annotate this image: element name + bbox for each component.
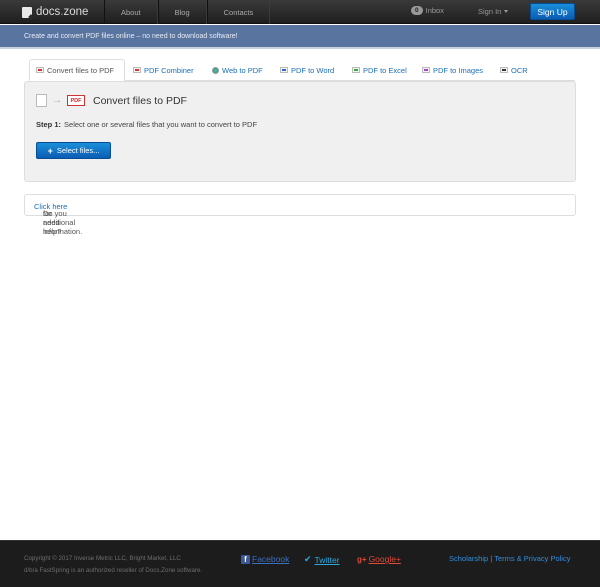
tab-label: PDF to Images — [433, 65, 484, 75]
tab-web-to-pdf[interactable]: Web to PDF — [212, 59, 263, 81]
nav-links: About Blog Contacts — [104, 0, 271, 24]
step-label: Step 1: — [36, 120, 62, 129]
brand-name: docs — [36, 6, 61, 18]
copyright-line-2: d/b/a FastSpring is an authorized resell… — [24, 567, 203, 574]
tagline: Create and convert PDF files online – no… — [24, 33, 238, 40]
terms-privacy-link[interactable]: Terms & Privacy Policy — [494, 554, 570, 563]
help-box: Do you need help? Click here for additio… — [24, 194, 576, 236]
twitter-label: Twitter — [314, 554, 340, 565]
signin-label: Sign In — [478, 7, 502, 16]
brand-logo[interactable]: docs. zone — [22, 5, 88, 19]
google-plus-link[interactable]: g+ Google+ — [357, 554, 401, 564]
signup-button[interactable]: Sign Up — [530, 3, 575, 20]
select-files-button[interactable]: + Select files... — [36, 142, 111, 159]
tool-tabs: Convert files to PDF PDF Combiner Web to… — [29, 59, 575, 81]
nav-blog[interactable]: Blog — [157, 0, 207, 24]
subheader-banner: Create and convert PDF files online – no… — [0, 25, 600, 49]
tab-convert-to-pdf[interactable]: Convert files to PDF — [29, 59, 125, 81]
globe-icon — [212, 66, 219, 74]
step-text: Select one or several files that you wan… — [64, 120, 258, 129]
excel-sheet-icon — [352, 67, 360, 73]
tab-label: PDF Combiner — [144, 65, 194, 75]
help-suffix: for additional information. — [43, 209, 83, 236]
facebook-label: Facebook — [252, 554, 290, 564]
tab-ocr[interactable]: OCR — [500, 59, 528, 81]
document-icon — [36, 94, 47, 107]
tab-label: Convert files to PDF — [47, 65, 115, 75]
inbox-link[interactable]: 0 Inbox — [411, 6, 444, 15]
brand-suffix: zone — [63, 6, 89, 18]
signin-dropdown[interactable]: Sign In — [478, 7, 509, 16]
google-plus-label: Google+ — [368, 554, 401, 564]
step-instruction: Step 1: Select one or several files that … — [36, 120, 257, 129]
google-plus-icon: g+ — [357, 554, 367, 564]
top-navbar: docs. zone About Blog Contacts 0 Inbox Si… — [0, 0, 600, 24]
docs-logo-icon — [22, 6, 32, 18]
tab-pdf-combiner[interactable]: PDF Combiner — [133, 59, 194, 81]
scholarship-link[interactable]: Scholarship — [449, 554, 488, 563]
inbox-label: Inbox — [425, 6, 444, 15]
tab-label: OCR — [511, 65, 528, 75]
ocr-scan-icon — [500, 67, 508, 73]
panel-header: → PDF Convert files to PDF — [36, 94, 187, 107]
arrow-right-icon: → — [52, 95, 62, 106]
word-doc-icon — [280, 67, 288, 73]
inbox-count-badge: 0 — [411, 6, 423, 15]
caret-down-icon — [504, 10, 509, 13]
tab-pdf-to-excel[interactable]: PDF to Excel — [352, 59, 407, 81]
copyright-line-1: Copyright © 2017 Inverse Metric LLC, Bri… — [24, 555, 181, 562]
help-text: Do you need help? Click here for additio… — [34, 202, 82, 236]
tab-label: Web to PDF — [222, 65, 263, 75]
nav-contacts[interactable]: Contacts — [206, 0, 271, 24]
twitter-link[interactable]: ✔ Twitter — [304, 554, 340, 565]
tab-label: PDF to Word — [291, 65, 335, 75]
footer-copyright: Copyright © 2017 Inverse Metric LLC, Bri… — [24, 553, 202, 577]
nav-about[interactable]: About — [104, 0, 158, 24]
tab-label: PDF to Excel — [363, 65, 407, 75]
image-file-icon — [422, 67, 430, 73]
panel-title: Convert files to PDF — [93, 94, 187, 107]
pdf-icon: PDF — [67, 95, 85, 106]
tab-pdf-to-word[interactable]: PDF to Word — [280, 59, 334, 81]
pdf-file-icon — [36, 67, 44, 73]
twitter-icon: ✔ — [304, 554, 312, 564]
convert-panel: → PDF Convert files to PDF Step 1: Select… — [24, 81, 576, 182]
facebook-link[interactable]: f Facebook — [241, 554, 289, 564]
plus-icon: + — [47, 145, 53, 156]
facebook-icon: f — [241, 554, 250, 564]
footer-separator: | — [490, 554, 493, 563]
footer: Copyright © 2017 Inverse Metric LLC, Bri… — [0, 540, 600, 587]
combine-pdf-icon — [133, 67, 141, 73]
footer-links: Scholarship | Terms & Privacy Policy — [449, 554, 570, 563]
tab-pdf-to-images[interactable]: PDF to Images — [422, 59, 483, 81]
select-files-label: Select files... — [56, 146, 100, 155]
